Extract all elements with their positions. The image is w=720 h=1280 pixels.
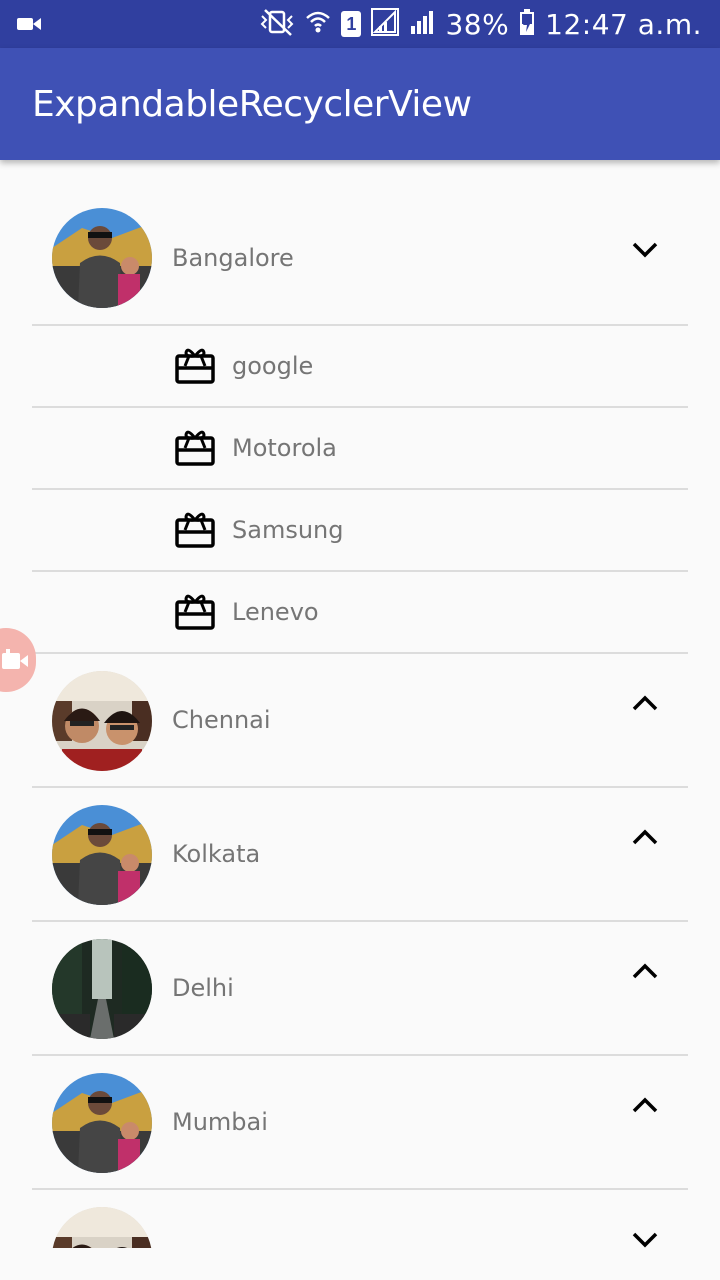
chevron-down-icon[interactable] [630, 1228, 660, 1248]
battery-percentage: 38% [445, 7, 510, 41]
child-label: Samsung [232, 516, 344, 544]
avatar [52, 939, 152, 1039]
group-row-mumbai[interactable]: Mumbai [32, 1056, 688, 1190]
signal-icon [371, 7, 400, 41]
child-row-samsung[interactable]: Samsung [32, 490, 688, 572]
group-row-partial[interactable] [32, 1190, 688, 1248]
chevron-up-icon[interactable] [630, 960, 660, 984]
group-row-chennai[interactable]: Chennai [32, 654, 688, 788]
gift-card-icon [175, 512, 215, 548]
child-row-google[interactable]: google [32, 326, 688, 408]
chevron-up-icon[interactable] [630, 826, 660, 850]
chevron-up-icon[interactable] [630, 1094, 660, 1118]
gift-card-icon [175, 594, 215, 630]
page-title: ExpandableRecyclerView [32, 84, 472, 125]
expandable-list[interactable]: Bangalore google Motorola Samsung Lenevo… [0, 160, 720, 1248]
avatar [52, 1073, 152, 1173]
group-label: Bangalore [172, 244, 294, 272]
avatar [52, 1207, 152, 1248]
child-label: google [232, 352, 314, 380]
group-label: Kolkata [172, 840, 261, 868]
video-camera-icon [16, 14, 42, 39]
battery-charging-icon [519, 8, 535, 41]
gift-card-icon [175, 430, 215, 466]
video-camera-icon [2, 649, 28, 669]
group-row-bangalore[interactable]: Bangalore [32, 160, 688, 326]
clock: 12:47 a.m. [545, 7, 702, 41]
group-label: Chennai [172, 706, 271, 734]
child-row-lenevo[interactable]: Lenevo [32, 572, 688, 654]
wifi-icon [305, 8, 331, 41]
sim-slot-icon: 1 [341, 11, 362, 37]
avatar [52, 805, 152, 905]
child-row-motorola[interactable]: Motorola [32, 408, 688, 490]
group-label: Mumbai [172, 1108, 268, 1136]
chevron-up-icon[interactable] [630, 692, 660, 716]
gift-card-icon [175, 348, 215, 384]
group-row-delhi[interactable]: Delhi [32, 922, 688, 1056]
group-row-kolkata[interactable]: Kolkata [32, 788, 688, 922]
avatar [52, 671, 152, 771]
app-bar: ExpandableRecyclerView [0, 48, 720, 160]
child-label: Lenevo [232, 598, 319, 626]
status-bar: 1 38% 12:47 a.m. [0, 0, 720, 48]
signal-icon [409, 8, 435, 41]
group-label: Delhi [172, 974, 234, 1002]
chevron-down-icon[interactable] [630, 238, 660, 262]
child-label: Motorola [232, 434, 337, 462]
avatar [52, 208, 152, 308]
vibrate-icon [259, 7, 295, 42]
